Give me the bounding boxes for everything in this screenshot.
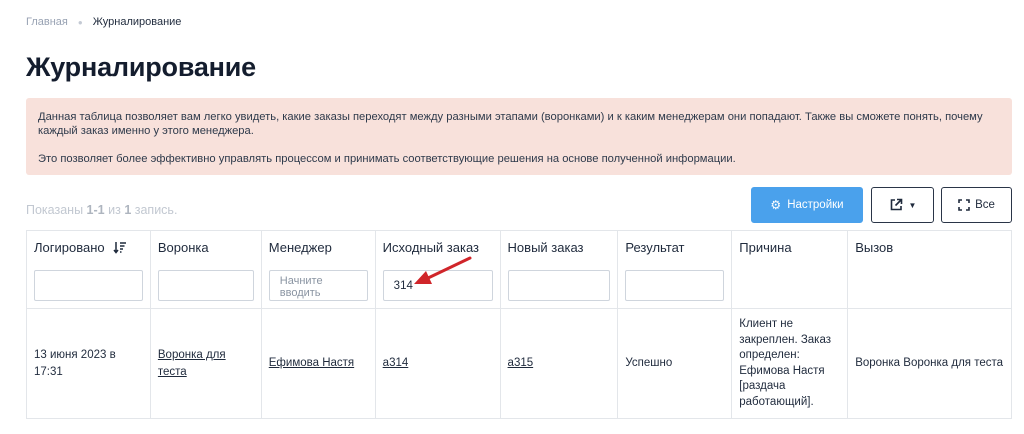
cell-call: Воронка Воронка для теста [847, 308, 1012, 419]
column-result: Результат [617, 230, 733, 309]
cell-funnel: Воронка для теста [149, 308, 262, 419]
filter-manager-input[interactable]: Начните вводить [268, 270, 368, 301]
column-header-label: Исходный заказ [382, 240, 480, 255]
filter-logged-input[interactable] [34, 270, 143, 301]
funnel-link[interactable]: Воронка для теста [158, 349, 226, 378]
table-row: 13 июня 2023 в 17:31 Воронка для теста Е… [26, 308, 1012, 419]
expand-icon [958, 199, 970, 211]
log-table: Логировано Воронка Менеджер Начните ввод… [26, 230, 1012, 419]
summary-suffix: запись. [134, 203, 178, 217]
summary-range: 1-1 [86, 203, 105, 217]
show-all-button[interactable]: Все [941, 187, 1012, 223]
breadcrumb-current: Журналирование [92, 16, 182, 28]
column-header-label: Результат [625, 240, 685, 255]
column-source-order: Исходный заказ [374, 230, 501, 309]
gear-icon: ⚙ [770, 198, 782, 212]
new-order-link[interactable]: a315 [508, 357, 534, 369]
manager-link[interactable]: Ефимова Настя [269, 357, 354, 369]
column-reason: Причина [731, 230, 849, 309]
column-header-label: Менеджер [268, 240, 332, 255]
settings-button[interactable]: ⚙ Настройки [751, 187, 863, 223]
records-summary: Показаны 1-1 из 1 запись. [26, 203, 177, 217]
column-call: Вызов [847, 230, 1012, 309]
column-header-label: Логировано [34, 240, 105, 255]
column-new-order: Новый заказ [499, 230, 619, 309]
column-header-label: Новый заказ [507, 240, 584, 255]
breadcrumb: Главная ● Журналирование [26, 16, 181, 28]
breadcrumb-home-link[interactable]: Главная [26, 16, 68, 28]
chevron-down-icon: ▼ [908, 200, 917, 210]
breadcrumb-separator: ● [77, 17, 83, 27]
settings-button-label: Настройки [787, 199, 844, 211]
export-dropdown-button[interactable]: ▼ [871, 187, 934, 223]
cell-source-order: a314 [374, 308, 501, 419]
column-header-label: Причина [739, 240, 792, 255]
cell-logged: 13 июня 2023 в 17:31 [26, 308, 151, 419]
show-all-button-label: Все [975, 199, 995, 211]
cell-new-order: a315 [499, 308, 619, 419]
column-header-label: Вызов [855, 240, 894, 255]
sort-descending-icon[interactable] [113, 241, 127, 254]
alert-text-2: Это позволяет более эффективно управлять… [38, 153, 736, 165]
cell-reason: Клиент не закреплен. Заказ определен: Еф… [731, 308, 849, 419]
external-link-icon [890, 198, 902, 211]
source-order-link[interactable]: a314 [383, 357, 409, 369]
column-funnel: Воронка [149, 230, 262, 309]
column-logged[interactable]: Логировано [26, 230, 151, 309]
alert-text-1: Данная таблица позволяет вам легко увиде… [38, 111, 983, 137]
summary-prefix: Показаны [26, 203, 84, 217]
summary-total: 1 [124, 203, 132, 217]
page-title: Журналирование [26, 52, 256, 82]
filter-result-input[interactable] [625, 270, 725, 301]
cell-manager: Ефимова Настя [260, 308, 376, 419]
summary-of: из [108, 203, 121, 217]
info-alert: Данная таблица позволяет вам легко увиде… [26, 98, 1012, 175]
table-header-row: Логировано Воронка Менеджер Начните ввод… [26, 230, 1012, 309]
filter-funnel-input[interactable] [157, 270, 254, 301]
filter-new-order-input[interactable] [507, 270, 611, 301]
column-header: Логировано [34, 240, 143, 270]
column-manager: Менеджер Начните вводить [260, 230, 376, 309]
filter-source-order-input[interactable] [382, 270, 493, 301]
column-header-label: Воронка [157, 240, 209, 255]
cell-result: Успешно [617, 308, 733, 419]
